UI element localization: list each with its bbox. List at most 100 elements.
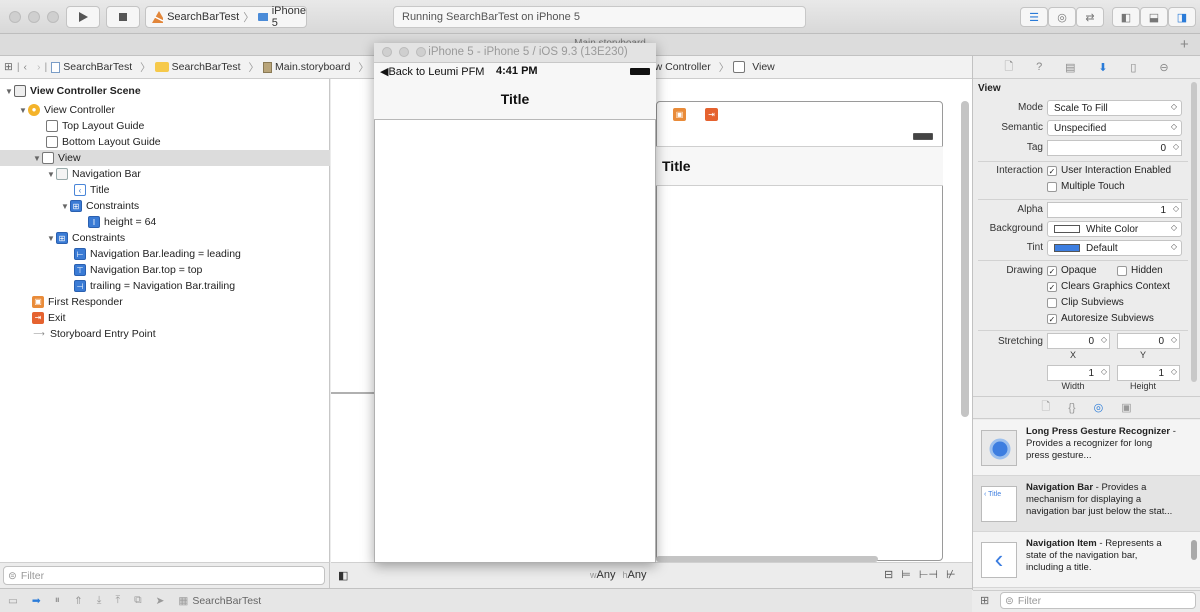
step-over-icon[interactable]: ⇑ (74, 595, 83, 607)
mode-popup[interactable]: Scale To Fill ◇ (1047, 100, 1182, 116)
outline-item-top-layout-guide[interactable]: Top Layout Guide (0, 118, 330, 134)
outline-item-view-controller[interactable]: ▼ ● View Controller (0, 102, 330, 118)
outline-item-height-constraint[interactable]: Iheight = 64 (0, 214, 330, 230)
stepper-icon[interactable]: ◇ (1101, 335, 1107, 344)
zoom-window-button[interactable] (47, 11, 59, 23)
outline-item-trailing-constraint[interactable]: ⊣ trailing = Navigation Bar.trailing (0, 278, 330, 294)
inspector-scrollbar[interactable] (1191, 82, 1197, 382)
stepper-icon[interactable]: ◇ (1101, 367, 1107, 376)
clears-graphics-checkbox[interactable]: ✓ Clears Graphics Context (1047, 281, 1170, 292)
status-back-link[interactable]: ◀Back to Leumi PFM (380, 65, 484, 78)
media-library-icon[interactable]: ▣ (1121, 401, 1131, 414)
stepper-icon[interactable]: ◇ (1173, 142, 1179, 151)
grid-view-icon[interactable]: ⊞ (980, 594, 989, 607)
toggle-debug-area-button[interactable]: ⬓ (1140, 7, 1168, 27)
add-tab-button[interactable]: + (1180, 36, 1189, 53)
stretch-y-field[interactable]: 0 ◇ (1117, 333, 1180, 349)
identity-inspector-icon[interactable]: ▤ (1065, 61, 1075, 74)
toggle-outline-button[interactable]: ◧ (338, 569, 348, 582)
outline-filter-input[interactable]: ⊜ Filter (3, 566, 325, 585)
outline-item-exit[interactable]: ⇥ Exit (0, 310, 330, 326)
user-interaction-checkbox[interactable]: ✓ User Interaction Enabled (1047, 165, 1171, 176)
pause-icon[interactable]: ⏸ (55, 594, 60, 607)
clip-subviews-checkbox[interactable]: Clip Subviews (1047, 297, 1124, 308)
outline-item-first-responder[interactable]: ▣ First Responder (0, 294, 330, 310)
quick-help-icon[interactable]: ? (1036, 61, 1042, 73)
size-inspector-icon[interactable]: ▯ (1130, 61, 1136, 74)
sim-close-button[interactable] (382, 47, 392, 57)
library-scrollbar[interactable] (1191, 540, 1197, 560)
library-item-navigation-item[interactable]: ‹ Navigation Item - Represents a state o… (973, 532, 1200, 588)
standard-editor-button[interactable]: ☰ (1020, 7, 1048, 27)
disclosure-triangle-icon[interactable]: ▼ (46, 170, 56, 179)
breadcrumb-project[interactable]: SearchBarTest (51, 61, 132, 73)
scene-navigation-bar[interactable] (656, 146, 943, 186)
disclosure-triangle-icon[interactable]: ▼ (46, 234, 56, 243)
file-inspector-icon[interactable]: 🗋 (1004, 58, 1013, 77)
outline-item-constraints[interactable]: ▼ ⊞ Constraints (0, 198, 330, 214)
library-item-long-press[interactable]: Long Press Gesture Recognizer - Provides… (973, 420, 1200, 476)
semantic-popup[interactable]: Unspecified ◇ (1047, 120, 1182, 136)
breadcrumb-group[interactable]: SearchBarTest (154, 61, 241, 73)
stepper-icon[interactable]: ◇ (1173, 204, 1179, 213)
background-popup[interactable]: White Color ◇ (1047, 221, 1182, 237)
outline-item-constraints[interactable]: ▼ ⊞ Constraints (0, 230, 330, 246)
disclosure-triangle-icon[interactable]: ▼ (32, 154, 42, 163)
breadcrumb-view-controller[interactable]: ew Controller (649, 61, 711, 73)
toggle-navigator-button[interactable]: ◧ (1112, 7, 1140, 27)
outline-item-bottom-layout-guide[interactable]: Bottom Layout Guide (0, 134, 330, 150)
simulator-window[interactable] (374, 43, 656, 563)
canvas-vertical-scrollbar[interactable] (961, 101, 969, 417)
attributes-inspector-icon[interactable]: ⬇ (1098, 61, 1107, 74)
library-item-navigation-bar[interactable]: ‹ Title Navigation Bar - Provides a mech… (973, 476, 1200, 532)
disclosure-triangle-icon[interactable]: ▼ (4, 87, 14, 96)
pin-icon[interactable]: ⊢⊣ (919, 568, 938, 581)
related-items-icon[interactable]: ⊞ (4, 61, 13, 73)
run-button[interactable] (66, 6, 100, 28)
stretch-height-field[interactable]: 1 ◇ (1117, 365, 1180, 381)
tag-field[interactable]: 0 ◇ (1047, 140, 1182, 156)
stop-button[interactable] (106, 6, 140, 28)
resolve-issues-icon[interactable]: ⊬ (946, 568, 956, 581)
file-template-icon[interactable]: 🗋 (1041, 398, 1050, 417)
disclosure-triangle-icon[interactable]: ▼ (60, 202, 70, 211)
scheme-selector[interactable]: SearchBarTest 〉 iPhone 5 (145, 5, 307, 29)
scene-first-responder-icon[interactable]: ▣ (673, 108, 686, 121)
step-in-icon[interactable]: ⤓ (97, 594, 102, 607)
library-filter-input[interactable]: ⊜ Filter (1000, 592, 1196, 609)
stretch-width-field[interactable]: 1 ◇ (1047, 365, 1110, 381)
outline-item-navigation-bar[interactable]: ▼ Navigation Bar (0, 166, 330, 182)
multiple-touch-checkbox[interactable]: Multiple Touch (1047, 181, 1125, 192)
scene-nav-title[interactable]: Title (662, 158, 691, 174)
toggle-utilities-button[interactable]: ◨ (1168, 7, 1196, 27)
location-icon[interactable]: ➤ (156, 595, 165, 607)
stack-icon[interactable]: ⊟ (884, 568, 893, 581)
size-class-control[interactable]: wAny hAny (590, 569, 647, 581)
align-icon[interactable]: ⊨ (901, 568, 911, 581)
outline-item-title[interactable]: ‹ Title (0, 182, 330, 198)
back-arrow-icon[interactable]: ‹ (24, 61, 28, 73)
outline-item-view[interactable]: ▼ View (0, 150, 330, 166)
hidden-checkbox[interactable]: Hidden (1117, 265, 1163, 276)
close-window-button[interactable] (9, 11, 21, 23)
alpha-field[interactable]: 1 ◇ (1047, 202, 1182, 218)
assistant-editor-button[interactable]: ◎ (1048, 7, 1076, 27)
outline-item-scene[interactable]: ▼ View Controller Scene (0, 83, 330, 99)
version-editor-button[interactable]: ⇄ (1076, 7, 1104, 27)
step-out-icon[interactable]: ⤒ (115, 594, 120, 607)
view-debugger-icon[interactable]: ⧉ (134, 594, 142, 607)
breadcrumb-file[interactable]: Main.storyboard (263, 61, 350, 73)
disclosure-triangle-icon[interactable]: ▼ (18, 106, 28, 115)
connections-inspector-icon[interactable]: ⊖ (1159, 61, 1168, 74)
stepper-icon[interactable]: ◇ (1171, 367, 1177, 376)
breadcrumb-view[interactable]: View (733, 61, 775, 73)
stepper-icon[interactable]: ◇ (1171, 335, 1177, 344)
outline-item-entry-point[interactable]: ⟶ Storyboard Entry Point (0, 326, 330, 342)
hide-debug-icon[interactable]: ▭ (8, 595, 18, 607)
forward-arrow-icon[interactable]: › (37, 61, 41, 73)
outline-item-leading-constraint[interactable]: ⊢ Navigation Bar.leading = leading (0, 246, 330, 262)
stretch-x-field[interactable]: 0 ◇ (1047, 333, 1110, 349)
autoresize-subviews-checkbox[interactable]: ✓ Autoresize Subviews (1047, 313, 1154, 324)
breakpoints-icon[interactable]: ➡ (32, 595, 41, 607)
code-snippet-icon[interactable]: {} (1068, 402, 1075, 414)
